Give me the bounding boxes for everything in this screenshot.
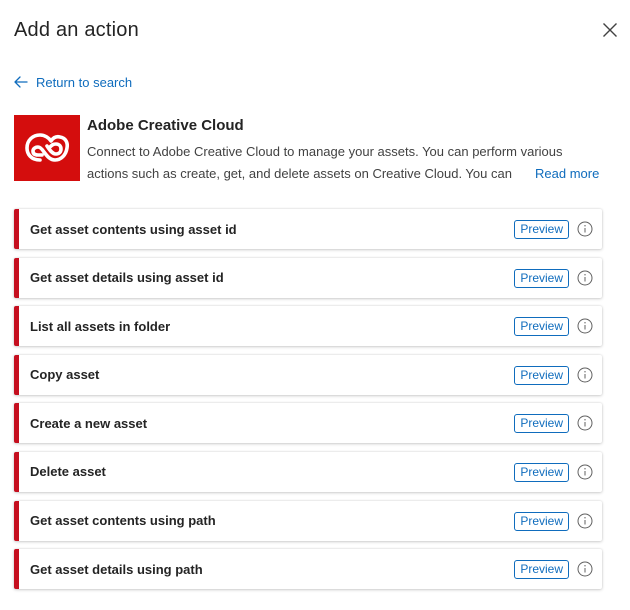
action-item-list-assets-in-folder[interactable]: List all assets in folder Preview [14, 306, 602, 347]
preview-badge: Preview [514, 317, 569, 337]
preview-badge: Preview [514, 511, 569, 531]
action-label: Get asset details using asset id [30, 270, 224, 286]
action-list: Get asset contents using asset id Previe… [14, 209, 602, 598]
close-button[interactable] [600, 20, 620, 40]
action-item-get-asset-contents-by-id[interactable]: Get asset contents using asset id Previe… [14, 209, 602, 249]
action-label: Create a new asset [30, 415, 148, 431]
panel-header: Add an action [14, 16, 620, 46]
preview-badge: Preview [514, 414, 569, 434]
action-item-copy-asset[interactable]: Copy asset Preview [14, 354, 602, 395]
connector-summary: Adobe Creative Cloud Connect to Adobe Cr… [14, 115, 604, 185]
action-label: Get asset contents using asset id [30, 221, 237, 237]
preview-badge: Preview [514, 560, 569, 580]
action-label: List all assets in folder [30, 318, 171, 334]
action-item-get-asset-details-by-id[interactable]: Get asset details using asset id Preview [14, 257, 602, 298]
return-to-search-label: Return to search [36, 74, 133, 90]
info-icon[interactable] [577, 561, 593, 577]
info-icon[interactable] [577, 513, 593, 529]
action-label: Delete asset [30, 464, 106, 480]
return-to-search-link[interactable]: Return to search [14, 73, 132, 91]
connector-description-line-2: actions such as create, get, and delete … [87, 166, 512, 181]
connector-name: Adobe Creative Cloud [87, 117, 244, 134]
info-icon[interactable] [577, 367, 593, 383]
info-icon[interactable] [577, 464, 593, 480]
panel-title: Add an action [14, 19, 139, 41]
info-icon[interactable] [577, 221, 593, 237]
read-more-link[interactable]: Read more [535, 163, 599, 185]
close-icon [603, 23, 617, 37]
connector-description: Connect to Adobe Creative Cloud to manag… [87, 141, 612, 185]
action-item-get-asset-contents-by-path[interactable]: Get asset contents using path Preview [14, 500, 602, 541]
action-item-get-asset-details-by-path[interactable]: Get asset details using path Preview [14, 549, 602, 590]
action-item-delete-asset[interactable]: Delete asset Preview [14, 451, 602, 492]
info-icon[interactable] [577, 318, 593, 334]
action-label: Get asset details using path [30, 561, 203, 577]
action-label: Copy asset [30, 367, 100, 383]
preview-badge: Preview [514, 268, 569, 288]
adobe-creative-cloud-logo [14, 115, 80, 181]
preview-badge: Preview [514, 462, 569, 482]
action-item-create-asset[interactable]: Create a new asset Preview [14, 403, 602, 444]
info-icon[interactable] [577, 270, 593, 286]
arrow-left-icon [14, 76, 28, 88]
info-icon[interactable] [577, 415, 593, 431]
preview-badge: Preview [514, 220, 569, 239]
action-label: Get asset contents using path [30, 513, 216, 529]
preview-badge: Preview [514, 365, 569, 385]
connector-description-line-1: Connect to Adobe Creative Cloud to manag… [87, 144, 563, 159]
creative-cloud-icon [25, 133, 70, 162]
